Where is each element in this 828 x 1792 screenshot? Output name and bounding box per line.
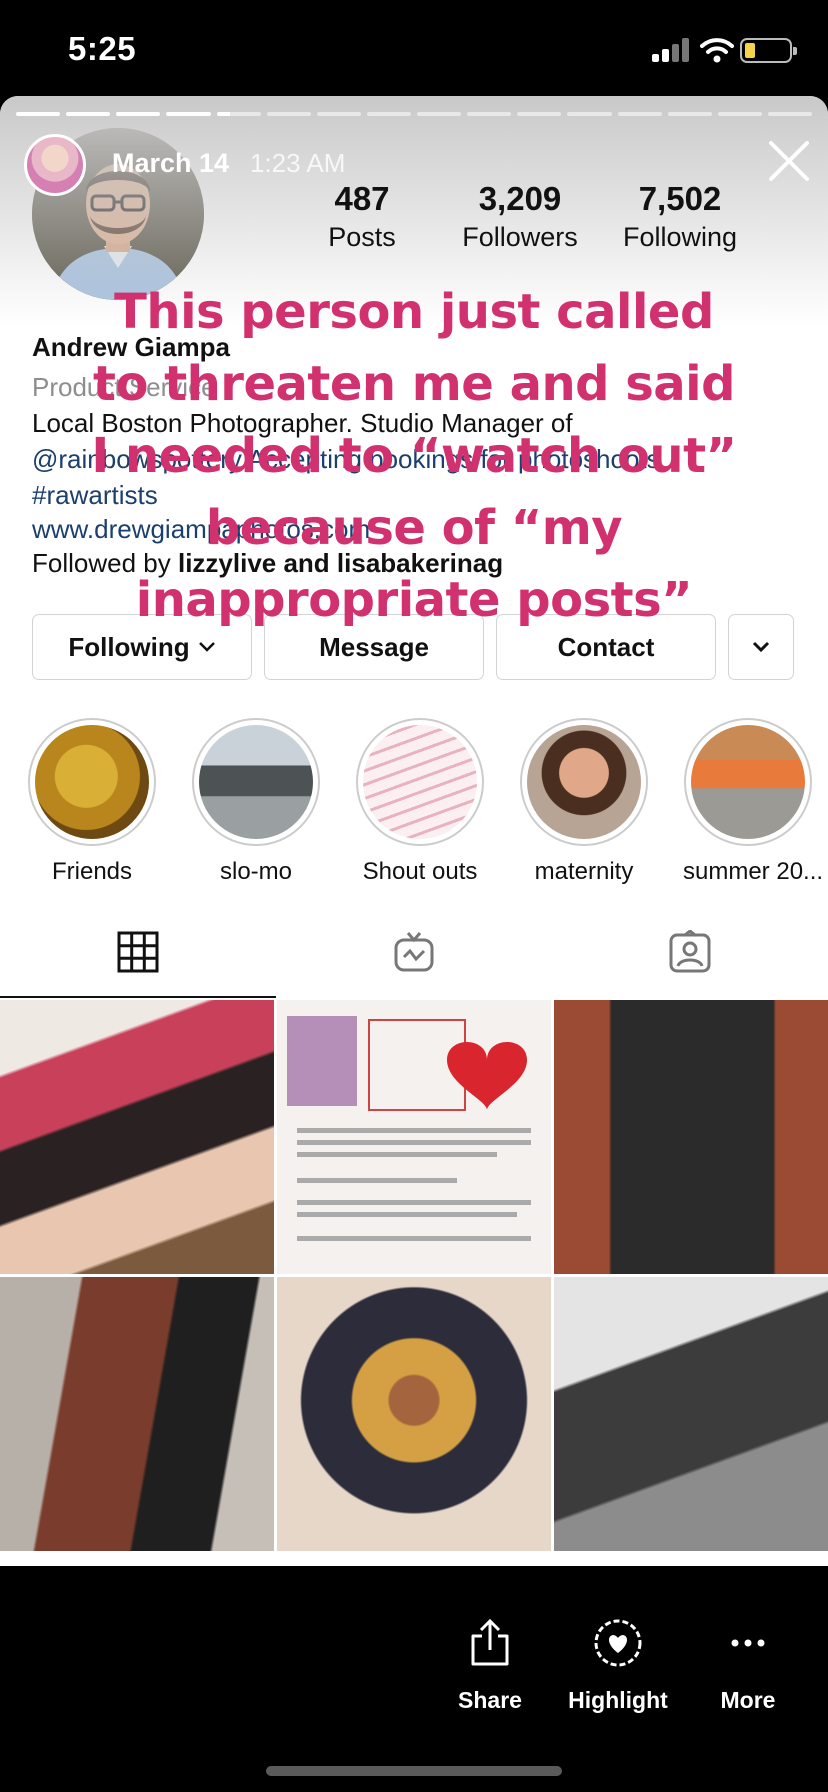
highlight-label: Friends bbox=[51, 858, 133, 885]
status-time: 5:25 bbox=[68, 30, 137, 67]
active-tab-indicator bbox=[0, 996, 276, 998]
stat-following[interactable]: 7,502 Following bbox=[612, 180, 748, 253]
highlight-label: Highlight bbox=[568, 1687, 668, 1713]
stat-value: 7,502 bbox=[638, 180, 722, 217]
igtv-icon[interactable] bbox=[392, 930, 436, 974]
story-overlay-text: This person just called to threaten me a… bbox=[91, 284, 737, 628]
stat-label: Following bbox=[622, 222, 738, 252]
highlight-friends[interactable]: Friends bbox=[27, 718, 157, 886]
wifi-icon bbox=[700, 38, 734, 63]
stat-posts[interactable]: 487 Posts bbox=[312, 180, 412, 253]
stat-label: Followers bbox=[462, 222, 578, 252]
story-date: March 14 bbox=[112, 148, 230, 178]
post-thumbnail[interactable] bbox=[554, 1000, 828, 1274]
close-icon[interactable] bbox=[766, 138, 812, 184]
message-button-label: Message bbox=[319, 631, 429, 662]
highlight-summer[interactable]: summer 20... bbox=[683, 718, 824, 886]
cellular-signal-icon bbox=[652, 38, 690, 62]
chevron-down-icon bbox=[752, 641, 770, 653]
post-thumbnail[interactable] bbox=[554, 1277, 828, 1551]
more-label: More bbox=[720, 1687, 776, 1713]
share-label: Share bbox=[458, 1687, 522, 1713]
post-thumbnail[interactable] bbox=[277, 1277, 551, 1551]
highlight-button[interactable]: Highlight bbox=[548, 1618, 688, 1714]
stat-followers[interactable]: 3,209 Followers bbox=[452, 180, 588, 253]
more-dots-icon bbox=[731, 1639, 765, 1647]
story-card: March 14 1:23 AM 487 Posts 3,209 Followe… bbox=[0, 96, 828, 1566]
highlight-maternity[interactable]: maternity bbox=[519, 718, 649, 886]
status-bar: 5:25 bbox=[0, 0, 828, 96]
grid-icon[interactable] bbox=[116, 930, 160, 974]
home-indicator[interactable] bbox=[266, 1766, 562, 1776]
post-thumbnail[interactable] bbox=[277, 1000, 551, 1274]
profile-tabs bbox=[0, 916, 828, 998]
highlight-heart-icon bbox=[594, 1619, 642, 1667]
more-button[interactable]: More bbox=[678, 1618, 818, 1714]
story-author-avatar[interactable] bbox=[24, 134, 86, 196]
share-button[interactable]: Share bbox=[420, 1618, 560, 1714]
stat-value: 487 bbox=[334, 180, 390, 217]
highlight-slo-mo[interactable]: slo-mo bbox=[191, 718, 321, 886]
highlight-label: maternity bbox=[534, 858, 634, 885]
post-thumbnail[interactable] bbox=[0, 1277, 274, 1551]
highlight-label: slo-mo bbox=[219, 858, 292, 885]
contact-button-label: Contact bbox=[557, 631, 655, 662]
story-progress-bar bbox=[16, 112, 812, 116]
battery-icon bbox=[740, 38, 797, 63]
highlight-label: summer 20... bbox=[683, 858, 824, 885]
share-icon bbox=[471, 1618, 509, 1666]
chevron-down-icon bbox=[198, 642, 215, 652]
story-bottom-bar: Share Highlight More bbox=[0, 1566, 828, 1792]
highlight-shout-outs[interactable]: Shout outs bbox=[355, 718, 485, 886]
tagged-icon[interactable] bbox=[668, 930, 712, 974]
stat-value: 3,209 bbox=[478, 180, 562, 217]
story-time: 1:23 AM bbox=[250, 148, 346, 178]
post-thumbnail[interactable] bbox=[0, 1000, 274, 1274]
following-button-label: Following bbox=[68, 631, 190, 662]
highlight-label: Shout outs bbox=[362, 858, 478, 885]
stat-label: Posts bbox=[328, 222, 396, 252]
